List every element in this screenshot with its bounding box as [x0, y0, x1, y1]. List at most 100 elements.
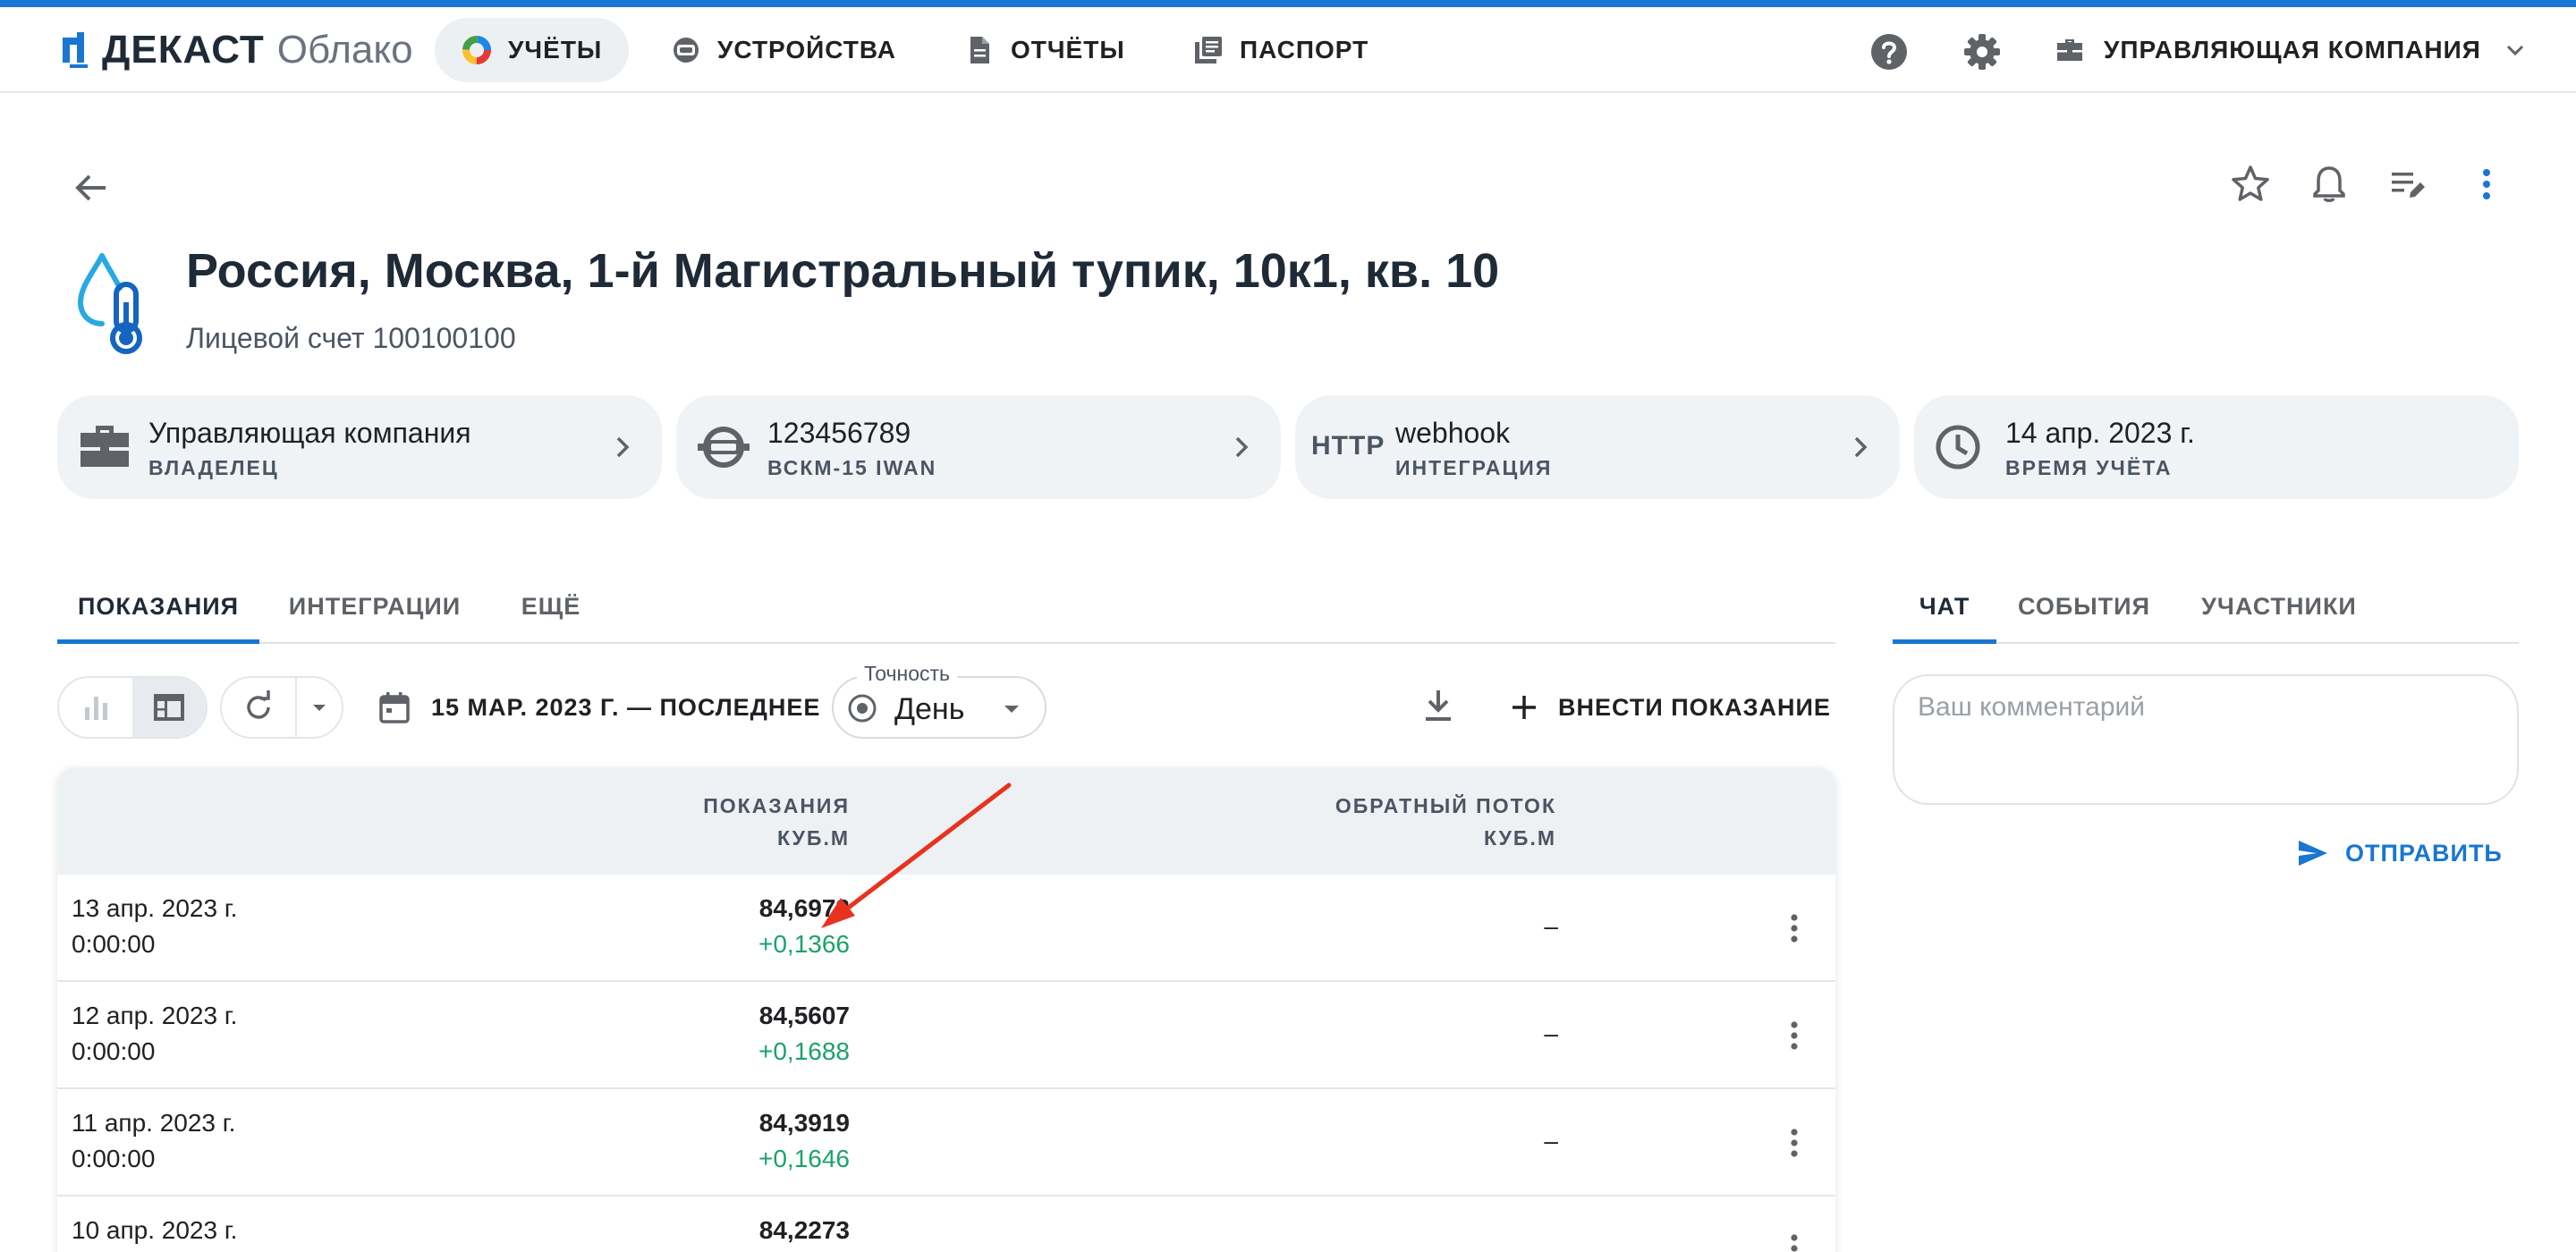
row-reading-value: 84,5607 — [758, 1002, 850, 1029]
star-icon[interactable] — [2229, 163, 2272, 206]
refresh-button[interactable] — [222, 678, 295, 737]
device-card-subtitle: ВСКМ-15 IWAN — [767, 456, 937, 479]
accounting-time-subtitle: ВРЕМЯ УЧЁТА — [2005, 456, 2173, 479]
owner-card[interactable]: Управляющая компания ВЛАДЕЛЕЦ — [57, 395, 662, 499]
top-accent-strip — [0, 0, 2576, 7]
row-time: 0:00:00 — [72, 1037, 156, 1065]
row-more-icon[interactable] — [1775, 1229, 1814, 1252]
top-navigation-bar: ДЕКАСТ Облако УЧЁТЫ УСТРОЙСТВА ОТЧЁТЫ ПА… — [0, 7, 2576, 93]
nav-reports[interactable]: ОТЧЁТЫ — [937, 18, 1152, 82]
more-vertical-icon[interactable] — [2465, 163, 2508, 206]
back-arrow-icon[interactable] — [70, 166, 113, 209]
row-backflow-value: – — [1544, 1019, 1558, 1047]
row-more-icon[interactable] — [1775, 1123, 1814, 1163]
chevron-right-icon — [1854, 436, 1868, 458]
column-readings-unit: КУБ.М — [777, 826, 850, 850]
chart-view-button[interactable] — [59, 678, 132, 737]
accounting-time-card[interactable]: 14 апр. 2023 г. ВРЕМЯ УЧЁТА — [1914, 395, 2519, 499]
company-menu-label: УПРАВЛЯЮЩАЯ КОМПАНИЯ — [2104, 36, 2481, 63]
row-date: 13 апр. 2023 г. — [72, 894, 238, 922]
tab-readings[interactable]: ПОКАЗАНИЯ — [57, 569, 259, 644]
row-date: 12 апр. 2023 г. — [72, 1002, 238, 1029]
comment-input[interactable] — [1918, 692, 2490, 791]
page-title: Россия, Москва, 1-й Магистральный тупик,… — [186, 244, 1500, 298]
bell-icon[interactable] — [2308, 163, 2351, 206]
document-icon — [970, 37, 989, 63]
send-button[interactable]: ОТПРАВИТЬ — [2295, 833, 2503, 873]
integration-card[interactable]: HTTP webhook ИНТЕГРАЦИЯ — [1295, 395, 1900, 499]
side-tabs: ЧАТ СОБЫТИЯ УЧАСТНИКИ — [1893, 569, 2519, 644]
device-card-title: 123456789 — [767, 417, 911, 449]
add-reading-button[interactable]: ВНЕСТИ ПОКАЗАНИЕ — [1508, 676, 1831, 739]
nav-devices[interactable]: УСТРОЙСТВА — [644, 18, 923, 82]
nav-devices-label: УСТРОЙСТВА — [717, 36, 896, 63]
chevron-right-icon — [616, 436, 630, 458]
water-temperature-icon — [77, 253, 142, 354]
tab-events[interactable]: СОБЫТИЯ — [2007, 569, 2161, 644]
logo-brand: ДЕКАСТ — [102, 28, 265, 72]
table-header: ПОКАЗАНИЯ КУБ.М ОБРАТНЫЙ ПОТОК КУБ.М — [57, 767, 1835, 875]
row-date: 11 апр. 2023 г. — [72, 1109, 236, 1137]
tab-chat[interactable]: ЧАТ — [1893, 569, 1996, 644]
period-selector[interactable]: 15 МАР. 2023 Г. — ПОСЛЕДНЕЕ — [377, 676, 820, 739]
settings-icon[interactable] — [1961, 30, 2004, 73]
edit-list-icon[interactable] — [2386, 163, 2429, 206]
row-reading-delta: +0,1688 — [758, 1037, 850, 1065]
company-menu[interactable]: УПРАВЛЯЮЩАЯ КОМПАНИЯ — [2054, 18, 2529, 82]
row-time: 0:00:00 — [72, 930, 156, 958]
radio-target-icon — [848, 694, 877, 723]
tab-more[interactable]: ЕЩЁ — [488, 569, 614, 644]
readings-table: ПОКАЗАНИЯ КУБ.М ОБРАТНЫЙ ПОТОК КУБ.М 13 … — [57, 767, 1835, 1252]
briefcase-icon — [80, 426, 129, 467]
pie-chart-icon — [462, 36, 491, 64]
meter-icon — [674, 38, 699, 63]
row-more-icon[interactable] — [1775, 909, 1814, 948]
nav-accounts[interactable]: УЧЁТЫ — [435, 18, 630, 82]
briefcase-icon — [2057, 39, 2082, 61]
caret-down-icon — [313, 705, 326, 711]
calendar-icon — [379, 692, 410, 723]
table-row[interactable]: 11 апр. 2023 г. 0:00:00 84,3919 +0,1646 … — [57, 1089, 1835, 1197]
row-reading-value: 84,2273 — [758, 1216, 850, 1244]
tab-integrations[interactable]: ИНТЕГРАЦИИ — [274, 569, 476, 644]
page-subtitle: Лицевой счет 100100100 — [186, 322, 516, 354]
accounting-time-title: 14 апр. 2023 г. — [2005, 417, 2195, 449]
side-tab-active-indicator — [1893, 639, 1996, 644]
library-icon — [1195, 37, 1222, 63]
logo-product: Облако — [276, 28, 413, 72]
row-reading-value: 84,6973 — [758, 894, 850, 922]
table-icon — [154, 694, 184, 721]
owner-card-subtitle: ВЛАДЕЛЕЦ — [148, 456, 279, 479]
precision-label: Точность — [857, 662, 958, 686]
table-row[interactable]: 13 апр. 2023 г. 0:00:00 84,6973 +0,1366 … — [57, 875, 1835, 982]
column-backflow-unit: КУБ.М — [1484, 826, 1556, 850]
precision-select[interactable]: Точность День — [832, 662, 1046, 739]
precision-value: День — [894, 692, 965, 726]
main-tabs: ПОКАЗАНИЯ ИНТЕГРАЦИИ ЕЩЁ — [57, 569, 1835, 644]
row-backflow-value: – — [1544, 912, 1558, 940]
table-row[interactable]: 12 апр. 2023 г. 0:00:00 84,5607 +0,1688 … — [57, 982, 1835, 1089]
integration-card-subtitle: ИНТЕГРАЦИЯ — [1395, 456, 1553, 479]
table-row[interactable]: 10 апр. 2023 г. 84,2273 — [57, 1197, 1835, 1252]
send-button-label: ОТПРАВИТЬ — [2345, 839, 2503, 867]
help-icon[interactable] — [1868, 30, 1911, 73]
row-reading-value: 84,3919 — [758, 1109, 850, 1137]
column-backflow-title: ОБРАТНЫЙ ПОТОК — [1335, 794, 1556, 817]
refresh-options-button[interactable] — [295, 678, 342, 737]
nav-passport[interactable]: ПАСПОРТ — [1166, 18, 1395, 82]
integration-card-title: webhook — [1395, 417, 1511, 449]
row-time: 0:00:00 — [72, 1145, 156, 1172]
device-card[interactable]: 123456789 ВСКМ-15 IWAN — [676, 395, 1281, 499]
row-date: 10 апр. 2023 г. — [72, 1216, 238, 1244]
row-more-icon[interactable] — [1775, 1016, 1814, 1055]
refresh-control — [220, 676, 343, 739]
send-icon — [2299, 841, 2327, 866]
nav-reports-label: ОТЧЁТЫ — [1011, 36, 1125, 63]
owner-card-title: Управляющая компания — [148, 417, 471, 449]
water-meter-icon — [698, 427, 750, 468]
download-icon[interactable] — [1419, 687, 1458, 726]
app-logo[interactable]: ДЕКАСТ Облако — [57, 27, 413, 73]
clock-icon — [1936, 425, 1980, 470]
table-view-button[interactable] — [132, 678, 206, 737]
tab-participants[interactable]: УЧАСТНИКИ — [2177, 569, 2381, 644]
